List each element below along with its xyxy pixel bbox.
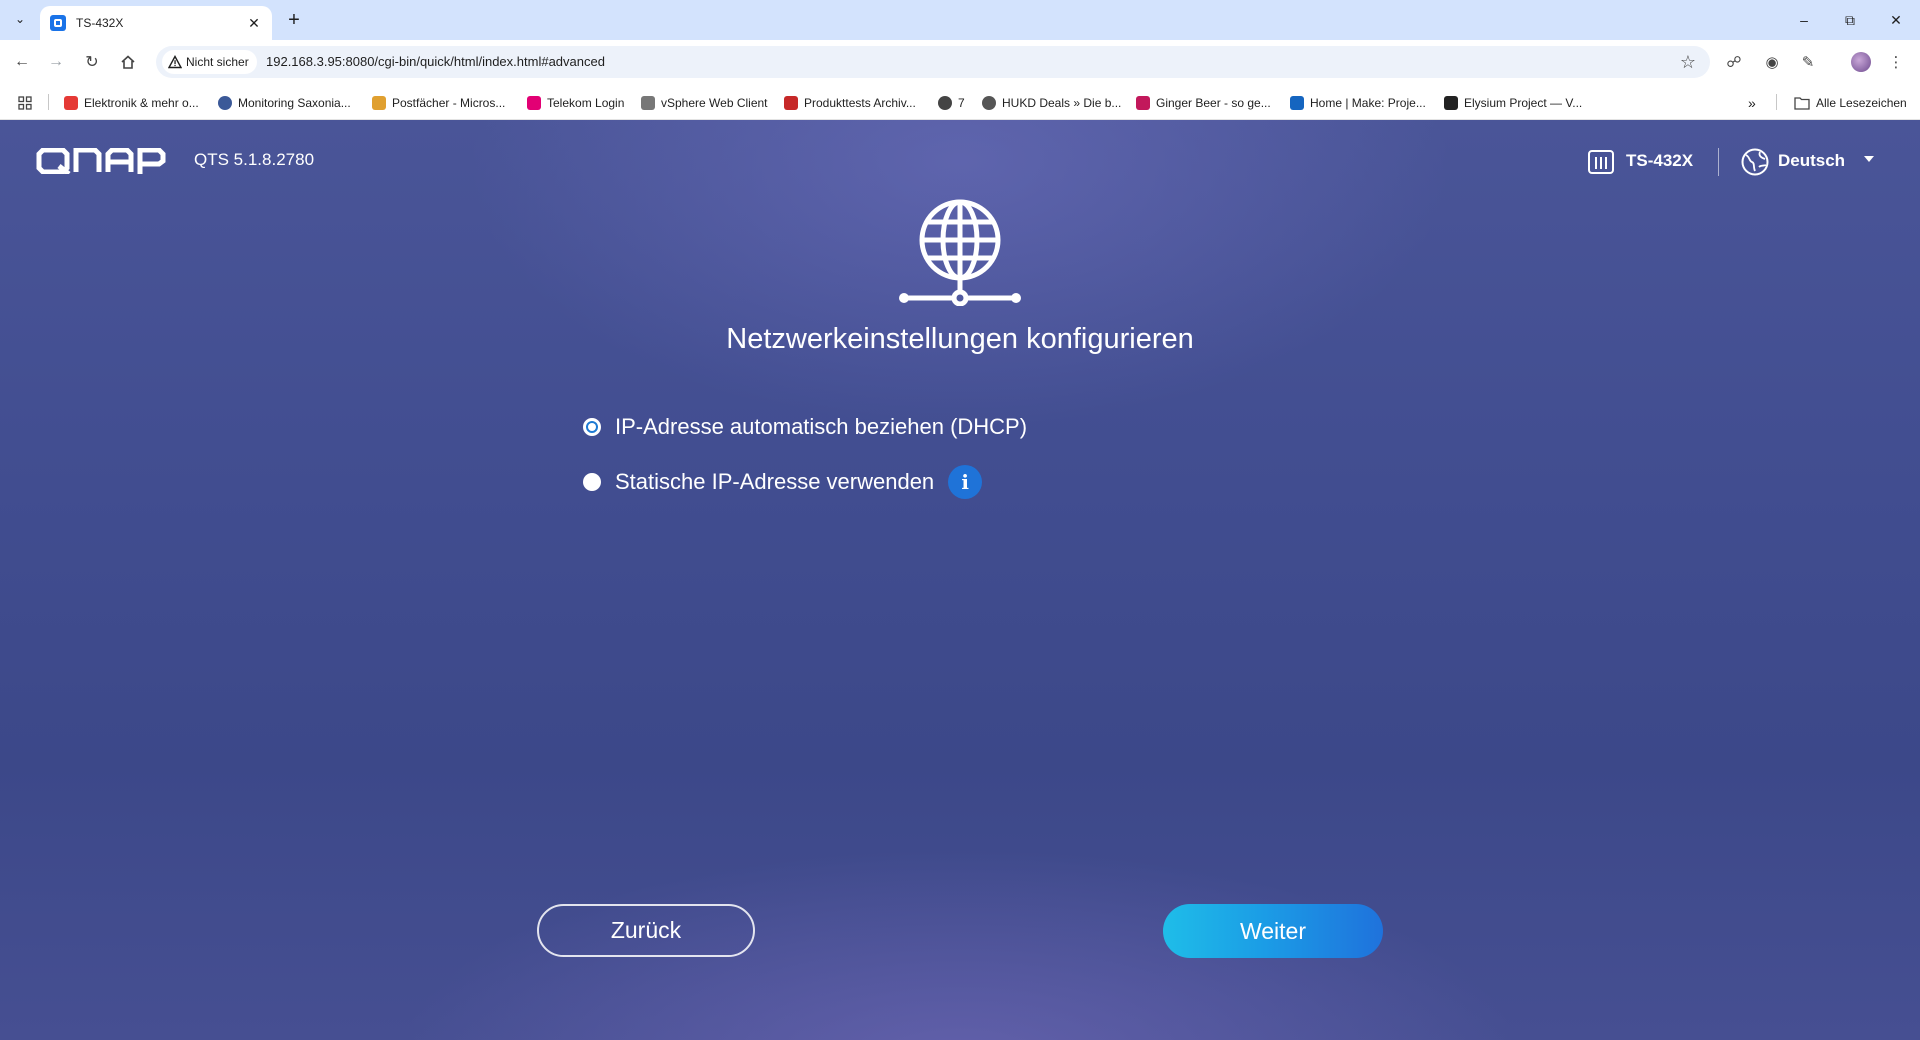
- mail-icon: [372, 96, 386, 110]
- globe-icon: [218, 96, 232, 110]
- back-arrow-icon[interactable]: ←: [8, 48, 36, 76]
- bookmark-item[interactable]: Ginger Beer - so ge...: [1136, 93, 1271, 113]
- dhcp-option[interactable]: IP-Adresse automatisch beziehen (DHCP): [583, 412, 1027, 442]
- folder-icon: [1794, 97, 1810, 110]
- browser-toolbar: ← → ↻ Nicht sicher 192.168.3.95:8080/cgi…: [0, 40, 1920, 85]
- more-bookmarks-icon[interactable]: »: [1748, 93, 1756, 113]
- tab-title: TS-432X: [76, 16, 124, 30]
- security-label: Nicht sicher: [186, 55, 249, 69]
- home-icon[interactable]: [114, 48, 142, 76]
- page-title: Netzwerkeinstellungen konfigurieren: [726, 323, 1194, 355]
- nas-model-label: TS-432X: [1626, 151, 1694, 170]
- language-selector[interactable]: Deutsch: [1778, 151, 1845, 171]
- network-globe-icon: [899, 199, 1021, 306]
- profile-avatar[interactable]: [1851, 52, 1871, 72]
- language-globe-icon[interactable]: [1740, 147, 1770, 177]
- bookmark-item[interactable]: Telekom Login: [527, 93, 624, 113]
- archive-icon: [784, 96, 798, 110]
- reload-icon[interactable]: ↻: [78, 48, 106, 76]
- back-button[interactable]: Zurück: [537, 904, 755, 957]
- url-text[interactable]: 192.168.3.95:8080/cgi-bin/quick/html/ind…: [266, 54, 605, 69]
- nas-device-icon: [1588, 150, 1614, 174]
- telekom-t-icon: [527, 96, 541, 110]
- qnap-favicon-icon: [50, 15, 66, 31]
- bookmark-item[interactable]: Postfächer - Micros...: [372, 93, 505, 113]
- tab-search-icon[interactable]: ⌄: [8, 7, 32, 31]
- bookmark-item[interactable]: Home | Make: Proje...: [1290, 93, 1426, 113]
- bookmarks-divider: [48, 94, 49, 110]
- elysium-icon: [1444, 96, 1458, 110]
- header-divider: [1718, 148, 1719, 176]
- address-bar[interactable]: Nicht sicher 192.168.3.95:8080/cgi-bin/q…: [156, 46, 1710, 78]
- static-ip-radio[interactable]: [583, 473, 601, 491]
- make-icon: [1290, 96, 1304, 110]
- bookmark-star-icon[interactable]: ☆: [1680, 52, 1696, 73]
- next-button[interactable]: Weiter: [1163, 904, 1383, 958]
- extension-link-icon[interactable]: ☍: [1722, 50, 1746, 74]
- bookmark-item[interactable]: Produkttests Archiv...: [784, 93, 916, 113]
- hukd-icon: [982, 96, 996, 110]
- bookmark-item[interactable]: HUKD Deals » Die b...: [982, 93, 1121, 113]
- ginger-icon: [1136, 96, 1150, 110]
- restore-icon[interactable]: ⧉: [1832, 8, 1868, 32]
- bookmarks-bar: Elektronik & mehr o... Monitoring Saxoni…: [0, 85, 1920, 120]
- bookmark-item[interactable]: Monitoring Saxonia...: [218, 93, 351, 113]
- forward-arrow-icon[interactable]: →: [42, 48, 70, 76]
- extensions-puzzle-icon[interactable]: ✎: [1796, 50, 1820, 74]
- bookmark-item[interactable]: vSphere Web Client: [641, 93, 768, 113]
- amazon-a-icon: [64, 96, 78, 110]
- close-window-icon[interactable]: ✕: [1878, 8, 1914, 32]
- apps-grid-icon[interactable]: [18, 93, 32, 113]
- bookmarks-divider: [1776, 94, 1777, 110]
- dhcp-option-label: IP-Adresse automatisch beziehen (DHCP): [615, 414, 1028, 439]
- new-tab-icon[interactable]: +: [282, 8, 306, 32]
- warning-icon: [168, 55, 182, 69]
- minimize-icon[interactable]: –: [1786, 8, 1822, 32]
- bookmark-item[interactable]: Elysium Project — V...: [1444, 93, 1582, 113]
- all-bookmarks-button[interactable]: Alle Lesezeichen: [1794, 93, 1907, 113]
- info-icon[interactable]: i: [948, 465, 983, 499]
- vsphere-icon: [641, 96, 655, 110]
- qnap-logo: [36, 148, 166, 174]
- security-chip[interactable]: Nicht sicher: [162, 50, 257, 74]
- qnap-setup-page: QTS 5.1.8.2780 TS-432X Deutsch Netzwerke…: [0, 120, 1920, 1040]
- chevron-down-icon[interactable]: [1864, 156, 1874, 162]
- extension-shield-icon[interactable]: ◉: [1760, 50, 1784, 74]
- close-tab-icon[interactable]: ✕: [244, 13, 264, 33]
- static-ip-option-label: Statische IP-Adresse verwenden: [615, 469, 935, 494]
- kebab-menu-icon[interactable]: ⋮: [1884, 50, 1908, 74]
- browser-tab-strip: ⌄ TS-432X ✕ + – ⧉ ✕: [0, 0, 1920, 40]
- static-ip-option[interactable]: Statische IP-Adresse verwenden i: [583, 465, 983, 499]
- qts-version: QTS 5.1.8.2780: [194, 150, 315, 169]
- bookmark-item[interactable]: 7: [938, 93, 965, 113]
- browser-tab[interactable]: TS-432X ✕: [40, 6, 272, 40]
- dhcp-radio[interactable]: [583, 418, 601, 436]
- bookmark-item[interactable]: Elektronik & mehr o...: [64, 93, 199, 113]
- globe-icon: [938, 96, 952, 110]
